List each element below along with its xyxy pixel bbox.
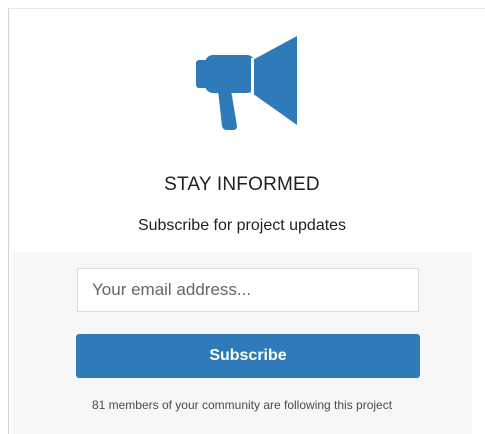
widget-title: STAY INFORMED [164,174,320,195]
followers-count-text: 81 members of your community are followi… [91,398,393,412]
megaphone-icon [196,36,297,130]
widget-subtitle: Subscribe for project updates [137,217,347,234]
subscribe-button[interactable]: Subscribe [76,334,420,378]
email-input[interactable] [77,268,419,312]
